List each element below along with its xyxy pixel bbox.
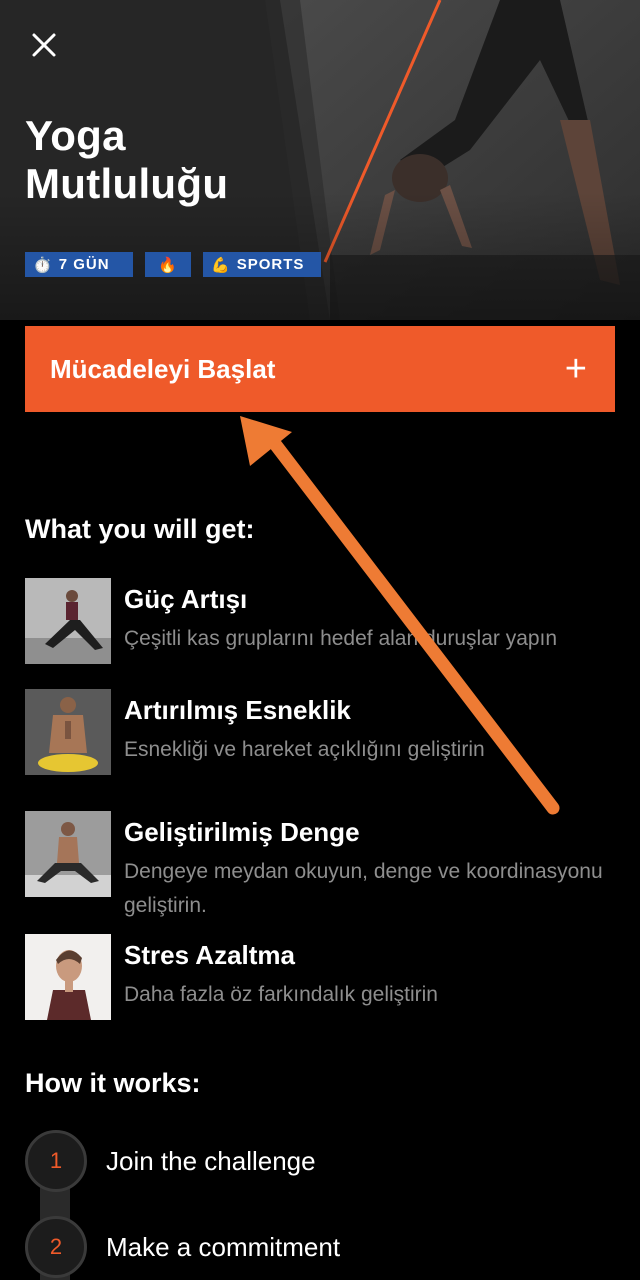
benefit-description: Çeşitli kas gruplarını hedef alan duruşl… (124, 627, 558, 650)
start-challenge-label: Mücadeleyi Başlat (50, 353, 276, 384)
stopwatch-icon: ⏱️ (33, 256, 53, 274)
step-label: Make a commitment (106, 1231, 341, 1262)
category-badge: 💪 SPORTS (203, 252, 321, 277)
step-number: 2 (25, 1216, 87, 1278)
badge-row: ⏱️ 7 GÜN 🔥 💪 SPORTS (25, 252, 321, 277)
step-label: Join the challenge (106, 1145, 316, 1176)
flexed-bicep-icon: 💪 (211, 256, 231, 274)
fire-badge: 🔥 (145, 252, 191, 277)
title-line-2: Mutluluğu (25, 160, 229, 207)
benefit-description: Daha fazla öz farkındalık geliştirin (124, 983, 438, 1006)
step-number: 1 (25, 1130, 87, 1192)
category-label: SPORTS (236, 256, 305, 273)
close-icon (32, 33, 56, 57)
benefit-title: Stres Azaltma (124, 940, 295, 970)
benefits-heading: What you will get: (25, 514, 255, 544)
title-line-1: Yoga (25, 112, 126, 159)
benefit-description: Esnekliği ve hareket açıklığını geliştir… (124, 738, 485, 761)
benefit-thumbnail (25, 811, 111, 897)
hero-banner: Yoga Mutluluğu ⏱️ 7 GÜN 🔥 💪 SPORTS (0, 0, 640, 320)
how-it-works-heading: How it works: (25, 1068, 201, 1098)
close-button[interactable] (24, 26, 64, 66)
duration-label: 7 GÜN (58, 256, 110, 273)
benefit-thumbnail (25, 578, 111, 664)
start-challenge-button[interactable]: Mücadeleyi Başlat + (25, 326, 615, 412)
step-item: 2 Make a commitment (25, 1216, 340, 1278)
benefit-title: Artırılmış Esneklik (124, 695, 351, 725)
challenge-title: Yoga Mutluluğu (25, 112, 345, 208)
duration-badge: ⏱️ 7 GÜN (25, 252, 133, 277)
plus-icon: + (564, 348, 587, 390)
benefit-thumbnail (25, 689, 111, 775)
benefit-title: Güç Artışı (124, 584, 248, 614)
fire-icon: 🔥 (158, 256, 178, 274)
benefit-thumbnail (25, 934, 111, 1020)
benefit-title: Geliştirilmiş Denge (124, 817, 360, 847)
step-item: 1 Join the challenge (25, 1130, 316, 1192)
benefit-description: Dengeye meydan okuyun, denge ve koordina… (124, 860, 603, 917)
